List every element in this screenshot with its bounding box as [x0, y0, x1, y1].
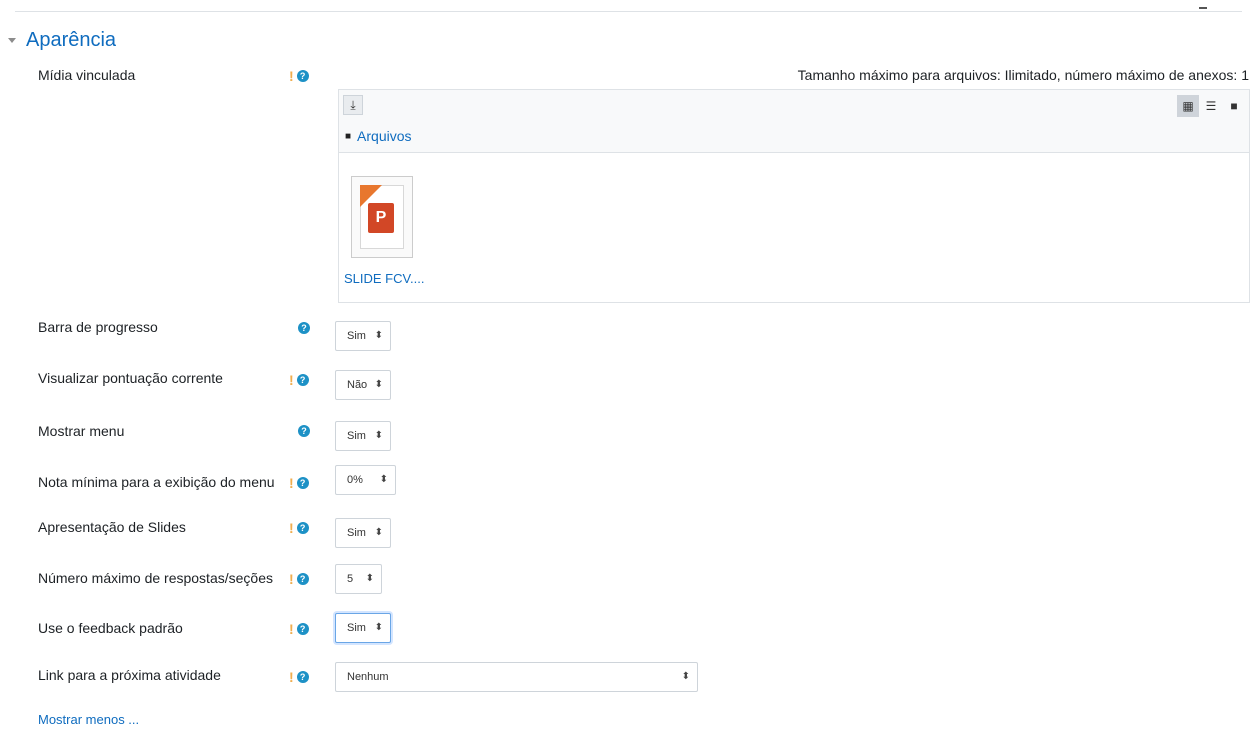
show-menu-icons: ?: [298, 425, 310, 437]
help-icon[interactable]: ?: [298, 322, 310, 334]
next-activity-label: Link para a próxima atividade: [38, 667, 221, 683]
caret-down-icon: [8, 37, 16, 43]
select-value: Não: [347, 379, 368, 391]
help-icon[interactable]: ?: [296, 573, 309, 585]
grid-view-icon[interactable]: ▦: [1177, 95, 1199, 117]
select-value: 5: [347, 573, 354, 585]
tree-view-icon[interactable]: ■: [1223, 95, 1245, 117]
advanced-warning-icon: !: [289, 372, 294, 388]
file-thumbnail[interactable]: P: [351, 176, 413, 258]
advanced-warning-icon: !: [289, 571, 294, 587]
progress-bar-select[interactable]: Sim ⬍: [335, 321, 391, 351]
file-manager: ⤓ ▦ ☰ ■ ■ Arquivos P SLIDE FCV....: [338, 89, 1250, 303]
current-score-label: Visualizar pontuação corrente: [38, 370, 223, 386]
advanced-warning-icon: !: [289, 621, 294, 637]
select-arrows-icon: ⬍: [374, 379, 383, 390]
progress-bar-label: Barra de progresso: [38, 319, 158, 335]
min-grade-menu-icons: ! ?: [289, 476, 309, 490]
select-value: Sim: [347, 527, 366, 539]
folder-icon: ■: [345, 130, 352, 142]
next-activity-select[interactable]: Nenhum ⬍: [335, 662, 698, 692]
view-switcher: ▦ ☰ ■: [1177, 95, 1245, 117]
slideshow-label: Apresentação de Slides: [38, 519, 186, 535]
default-feedback-select[interactable]: Sim ⬍: [335, 613, 391, 643]
advanced-warning-icon: !: [289, 669, 294, 685]
top-divider: [15, 11, 1242, 12]
select-value: Sim: [347, 330, 366, 342]
collapse-indicator: [1199, 7, 1207, 9]
media-label: Mídia vinculada: [38, 67, 136, 83]
file-manager-toolbar: ⤓ ▦ ☰ ■ ■ Arquivos: [339, 90, 1249, 153]
help-icon[interactable]: ?: [298, 425, 310, 437]
breadcrumb: ■ Arquivos: [345, 128, 412, 144]
select-arrows-icon: ⬍: [681, 671, 690, 682]
select-value: 0%: [347, 474, 363, 486]
next-activity-icons: ! ?: [289, 670, 309, 684]
files-path-link[interactable]: Arquivos: [357, 128, 411, 144]
max-answers-label: Número máximo de respostas/seções: [38, 570, 273, 586]
min-grade-menu-select[interactable]: 0% ⬍: [335, 465, 396, 495]
section-header-appearance[interactable]: Aparência: [8, 27, 116, 53]
advanced-warning-icon: !: [289, 520, 294, 536]
help-icon[interactable]: ?: [296, 374, 309, 386]
help-icon[interactable]: ?: [296, 522, 309, 534]
select-arrows-icon: ⬍: [374, 430, 383, 441]
media-icons: ! ?: [289, 69, 309, 83]
file-limit-info: Tamanho máximo para arquivos: Ilimitado,…: [797, 67, 1249, 83]
help-icon[interactable]: ?: [296, 623, 309, 635]
progress-bar-icons: ?: [298, 322, 310, 334]
slideshow-select[interactable]: Sim ⬍: [335, 518, 391, 548]
select-arrows-icon: ⬍: [374, 330, 383, 341]
powerpoint-icon: P: [368, 203, 394, 233]
max-answers-icons: ! ?: [289, 572, 309, 586]
default-feedback-label: Use o feedback padrão: [38, 620, 183, 636]
advanced-warning-icon: !: [289, 68, 294, 84]
show-menu-select[interactable]: Sim ⬍: [335, 421, 391, 451]
select-value: Sim: [347, 430, 366, 442]
slideshow-icons: ! ?: [289, 521, 309, 535]
file-name-link[interactable]: SLIDE FCV....: [344, 271, 424, 286]
section-title[interactable]: Aparência: [26, 29, 116, 52]
list-view-icon[interactable]: ☰: [1200, 95, 1222, 117]
show-less-link[interactable]: Mostrar menos ...: [38, 712, 139, 727]
help-icon[interactable]: ?: [296, 671, 309, 683]
min-grade-menu-label: Nota mínima para a exibição do menu: [38, 474, 275, 490]
select-arrows-icon: ⬍: [374, 622, 383, 633]
show-menu-label: Mostrar menu: [38, 423, 125, 439]
select-value: Nenhum: [347, 671, 389, 683]
download-icon[interactable]: ⤓: [343, 95, 363, 115]
select-arrows-icon: ⬍: [365, 573, 374, 584]
default-feedback-icons: ! ?: [289, 622, 309, 636]
select-arrows-icon: ⬍: [374, 527, 383, 538]
help-icon[interactable]: ?: [296, 70, 309, 82]
help-icon[interactable]: ?: [296, 477, 309, 489]
current-score-icons: ! ?: [289, 373, 309, 387]
select-arrows-icon: ⬍: [379, 474, 388, 485]
select-value: Sim: [347, 622, 366, 634]
max-answers-select[interactable]: 5 ⬍: [335, 564, 382, 594]
current-score-select[interactable]: Não ⬍: [335, 370, 391, 400]
advanced-warning-icon: !: [289, 475, 294, 491]
